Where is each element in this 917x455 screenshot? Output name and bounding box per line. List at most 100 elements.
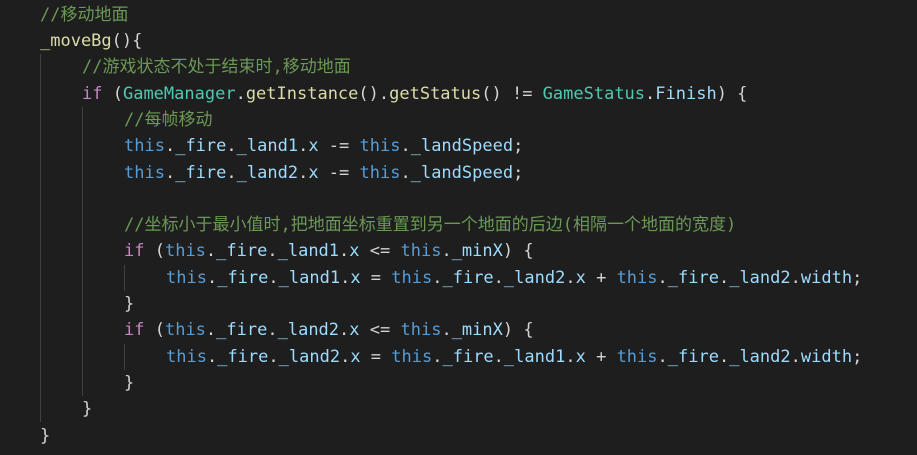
code-token: . [206,268,218,288]
indent-guide [40,54,41,422]
code-token: _fire [667,268,719,288]
code-token: + [585,268,617,288]
code-token: . [267,241,278,261]
code-line[interactable]: } [40,423,50,449]
code-token: (){ [111,31,143,51]
code-token: width [800,347,853,367]
code-token: this [616,268,658,288]
code-token: . [339,320,350,340]
code-token: . [493,347,504,367]
code-token: . [298,163,309,183]
code-line[interactable]: if (GameManager.getInstance().getStatus(… [82,81,747,107]
code-line[interactable]: //坐标小于最小值时,把地面坐标重置到另一个地面的后边(相隔一个地面的宽度) [124,212,736,238]
code-token: _land2 [277,320,340,340]
code-token: . [339,241,350,261]
indent-guide [124,344,125,370]
code-token: this [391,347,433,367]
code-token: _fire [217,347,269,367]
code-line[interactable]: this._fire._land2.x = this._fire._land1.… [166,344,862,370]
code-token: this [400,241,442,261]
code-token: _land1 [278,268,341,288]
code-token: . [790,268,801,288]
code-token: . [441,320,452,340]
code-token: ( [144,320,165,340]
code-token: = [360,268,392,288]
code-token: _fire [442,268,494,288]
code-token: GameManager [122,84,236,104]
code-token: . [441,241,452,261]
code-token: . [164,163,176,183]
code-comment: //移动地面 [40,5,129,25]
indent-guide [124,265,125,291]
code-token: <= [359,320,401,340]
code-token: . [205,320,217,340]
code-line[interactable]: //移动地面 [40,2,128,28]
code-token: . [493,268,504,288]
code-token: . [718,347,730,367]
code-token: . [235,84,246,104]
code-token: x [350,268,361,288]
code-token: + [585,347,617,367]
code-token: . [298,136,309,156]
code-token: } [124,373,135,393]
code-token: this [359,163,401,183]
code-token: x [349,241,360,261]
code-token: . [565,268,576,288]
code-token: this [166,268,207,288]
code-token: _land2 [236,163,299,183]
code-editor[interactable]: //移动地面 _moveBg(){//游戏状态不处于结束时,移动地面 if ( Gam… [0,0,917,455]
code-token: . [267,320,278,340]
code-line[interactable]: } [124,291,134,317]
code-token: _minX [451,241,503,261]
code-token: . [400,136,411,156]
code-token: _land1 [277,241,340,261]
code-token: <= [359,241,401,261]
code-line[interactable]: this._fire._land1.x = this._fire._land2.… [166,265,862,291]
code-comment: //每帧移动 [124,110,213,130]
code-token: _fire [217,268,269,288]
code-token: . [226,163,237,183]
code-token: ) { [716,84,748,104]
code-line[interactable]: this._fire._land2.x -= this._landSpeed; [124,160,523,186]
code-token: if [124,241,145,261]
code-token: ) { [502,241,534,261]
code-token: ; [852,268,863,288]
code-token: width [800,268,853,288]
code-token: . [565,347,576,367]
code-token: _minX [451,320,503,340]
code-line[interactable]: if (this._fire._land2.x <= this._minX) { [124,317,534,343]
code-token: (). [358,84,390,104]
code-token: x [349,320,360,340]
code-token: () != [481,84,543,104]
code-token: . [432,347,443,367]
code-token: . [340,268,351,288]
code-line[interactable]: _moveBg(){ [40,28,142,54]
code-line[interactable]: this._fire._land1.x -= this._landSpeed; [124,133,523,159]
code-token: if [82,84,103,104]
code-token: . [268,347,279,367]
code-token: ( [144,241,165,261]
code-token: _fire [216,320,268,340]
code-token: _land1 [236,136,299,156]
code-line[interactable]: //每帧移动 [124,107,212,133]
code-token: x [308,136,319,156]
code-line[interactable]: //游戏状态不处于结束时,移动地面 [82,54,351,80]
code-token: . [657,268,668,288]
code-token: getStatus [389,84,482,104]
code-token: ) { [502,320,534,340]
indent-guide [82,107,83,396]
code-token: _land2 [729,268,791,288]
code-token: _fire [175,136,227,156]
code-token: _fire [442,347,494,367]
code-token: this [124,136,165,156]
code-token: _fire [667,347,719,367]
code-token: . [268,268,279,288]
code-token: . [206,347,218,367]
code-token: . [205,241,217,261]
code-line[interactable]: } [82,396,92,422]
code-token: . [790,347,801,367]
code-token: -= [318,163,360,183]
code-line[interactable]: } [124,370,134,396]
code-token: . [400,163,411,183]
code-line[interactable]: if (this._fire._land1.x <= this._minX) { [124,238,534,264]
